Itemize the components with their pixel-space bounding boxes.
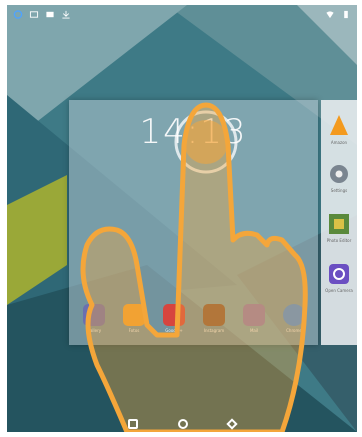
- home-button[interactable]: [178, 419, 188, 429]
- screen: 14:13 Gallery Fotos Google+ Instagram Ma…: [7, 5, 357, 432]
- dock-app-1[interactable]: Gallery: [83, 304, 105, 333]
- image-icon: [29, 10, 39, 18]
- app-label: Settings: [330, 188, 348, 193]
- app-dock: Gallery Fotos Google+ Instagram Mail Chr…: [69, 304, 318, 344]
- app-label: Photo Editor: [326, 238, 352, 243]
- photo-editor-app[interactable]: Photo Editor: [327, 212, 351, 243]
- image-icon: [46, 11, 54, 17]
- app-label: Amazon: [330, 140, 348, 145]
- dock-app-label: Mail: [249, 328, 259, 333]
- app-label: Open Camera: [325, 288, 353, 293]
- dock-app-label: Instagram: [203, 328, 225, 333]
- open-camera-app[interactable]: Open Camera: [325, 262, 353, 293]
- photo-editor-icon: [329, 214, 349, 234]
- status-bar: [7, 5, 357, 23]
- camera-icon: [329, 264, 349, 284]
- amazon-app[interactable]: Amazon: [327, 114, 351, 145]
- dock-app-3[interactable]: Google+: [163, 304, 185, 333]
- app-drawer-strip: Amazon Settings Photo Editor Open Camera: [321, 100, 357, 345]
- navigation-bar: [7, 416, 357, 432]
- dock-app-label: Fotos: [128, 328, 140, 333]
- vlc-icon: [330, 115, 348, 135]
- dock-app-2[interactable]: Fotos: [123, 304, 145, 333]
- dock-app-label: Gallery: [86, 328, 102, 333]
- settings-icon: [330, 165, 348, 183]
- dock-app-4[interactable]: Instagram: [203, 304, 225, 333]
- dock-app-6[interactable]: Chrome: [283, 304, 305, 333]
- recents-button[interactable]: [128, 419, 138, 429]
- dock-app-label: Google+: [165, 328, 183, 333]
- wifi-icon: [326, 10, 334, 18]
- back-button[interactable]: [226, 418, 238, 430]
- sync-icon: [13, 9, 23, 19]
- clock-widget: 14:13: [139, 112, 248, 152]
- dock-app-label: Chrome: [286, 328, 302, 333]
- dock-app-5[interactable]: Mail: [243, 304, 265, 333]
- battery-icon: [344, 10, 348, 18]
- settings-app[interactable]: Settings: [327, 162, 351, 193]
- download-icon: [62, 10, 70, 19]
- recent-app-card[interactable]: 14:13 Gallery Fotos Google+ Instagram Ma…: [69, 100, 318, 345]
